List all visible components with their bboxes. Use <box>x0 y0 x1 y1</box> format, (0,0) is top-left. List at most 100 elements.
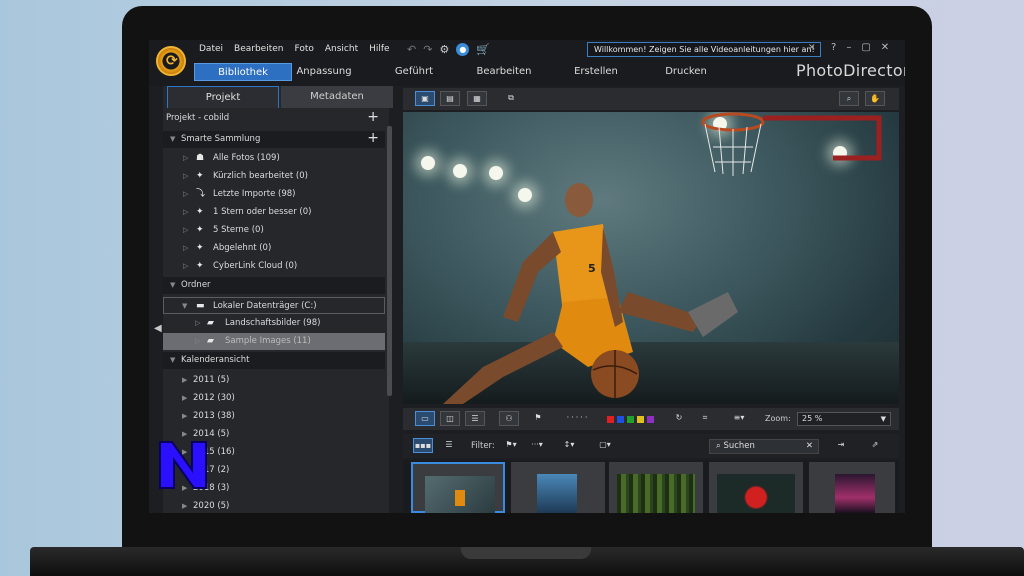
list-item[interactable]: ▷ ✦ Kürzlich bearbeitet (0) <box>163 168 385 185</box>
hand-tool-icon[interactable]: ✋ <box>865 91 885 106</box>
tab-metadaten[interactable]: Metadaten <box>281 86 393 108</box>
list-item[interactable]: ▷ ✦ CyberLink Cloud (0) <box>163 258 385 275</box>
tab-bibliothek[interactable]: Bibliothek <box>194 63 292 81</box>
second-display-icon[interactable]: ⧉ <box>501 91 521 106</box>
thumbnail-view-icon[interactable]: ▪▪▪ <box>413 438 433 453</box>
search-input[interactable]: ⌕ Suchen ✕ <box>709 439 819 454</box>
color-label-yellow[interactable] <box>637 416 644 423</box>
crop-icon[interactable]: ⌗ <box>695 411 715 426</box>
thumbnail[interactable] <box>511 462 605 513</box>
smart-collection-header[interactable]: ▼ Smarte Sammlung + <box>163 130 385 148</box>
folder-item[interactable]: ▷ ▰ Landschaftsbilder (98) <box>163 315 385 332</box>
menu-ansicht[interactable]: Ansicht <box>325 44 358 54</box>
thumbnail-image <box>425 476 495 513</box>
smart-icon: ✦ <box>196 243 204 253</box>
list-item[interactable]: ▷ ✦ 1 Stern oder besser (0) <box>163 204 385 221</box>
close-icon[interactable]: ✕ <box>808 43 816 53</box>
panel-scrollbar[interactable] <box>387 126 392 396</box>
account-icon[interactable]: ● <box>456 43 470 56</box>
tab-erstellen[interactable]: Erstellen <box>569 63 623 81</box>
import-icon[interactable]: ⇥ <box>831 438 851 453</box>
collapse-icon: ▼ <box>170 281 176 289</box>
tab-projekt[interactable]: Projekt <box>167 86 279 108</box>
face-tag-icon[interactable]: ⚇ <box>499 411 519 426</box>
import-icon: ⤵ <box>196 189 206 199</box>
sort-order-icon[interactable]: ↕▾ <box>557 438 581 453</box>
welcome-banner[interactable]: Willkommen! Zeigen Sie alle Videoanleitu… <box>587 42 821 57</box>
list-item[interactable]: ▷ ✦ Abgelehnt (0) <box>163 240 385 257</box>
grid-view-icon[interactable]: ▦ <box>467 91 487 106</box>
cart-icon[interactable]: 🛒 <box>476 43 490 56</box>
color-label-red[interactable] <box>607 416 614 423</box>
maximize-button[interactable]: ▢ <box>861 42 870 53</box>
list-item[interactable]: ▷ ☗ Alle Fotos (109) <box>163 150 385 167</box>
channel-watermark-logo: N <box>159 441 207 489</box>
single-view-icon[interactable]: ▣ <box>415 91 435 106</box>
folders-header[interactable]: ▼ Ordner <box>163 277 385 294</box>
star-rating[interactable]: ····· <box>553 411 603 426</box>
tab-drucken[interactable]: Drucken <box>659 63 713 81</box>
list-view-icon[interactable]: ☰ <box>439 438 459 453</box>
folder-item-drive[interactable]: ▼ ▬ Lokaler Datenträger (C:) <box>163 297 385 314</box>
add-project-icon[interactable]: + <box>367 109 379 126</box>
year-item[interactable]: ▶ 2012 (30) <box>163 390 385 407</box>
sort-icon[interactable]: ≡▾ <box>729 411 749 426</box>
title-toolbar: ↶ ↷ ⚙ ● 🛒 <box>407 43 490 56</box>
thumbnail-strip <box>403 460 899 513</box>
thumbnail[interactable] <box>809 462 895 513</box>
thumbnail[interactable] <box>411 462 505 513</box>
brand-label: PhotoDirector <box>796 61 905 80</box>
thumbnail-image <box>717 474 795 513</box>
filter-label: Filter: <box>471 441 495 451</box>
settings-icon[interactable]: ⚙ <box>439 43 449 56</box>
title-bar: Datei Bearbeiten Foto Ansicht Hilfe ↶ ↷ … <box>149 40 905 60</box>
tab-bearbeiten[interactable]: Bearbeiten <box>474 63 534 81</box>
thumbnail-image <box>835 474 875 513</box>
multi-layout-icon[interactable]: ☰ <box>465 411 485 426</box>
search-placeholder: Suchen <box>723 441 755 451</box>
year-item[interactable]: ▶ 2013 (38) <box>163 408 385 425</box>
color-label-green[interactable] <box>627 416 634 423</box>
zoom-tool-icon[interactable]: ⌕ <box>839 91 859 106</box>
thumbnail-image <box>617 474 695 513</box>
thumbnail[interactable] <box>609 462 703 513</box>
smart-icon: ✦ <box>196 171 204 181</box>
year-item[interactable]: ▶ 2011 (5) <box>163 372 385 389</box>
year-item[interactable]: ▶ 2020 (5) <box>163 498 385 513</box>
photo-preview[interactable]: 5 <box>403 112 899 404</box>
menu-foto[interactable]: Foto <box>294 44 313 54</box>
filter-rating-icon[interactable]: ···▾ <box>525 438 549 453</box>
rotate-icon[interactable]: ↻ <box>669 411 689 426</box>
menu-datei[interactable]: Datei <box>199 44 223 54</box>
folder-item-selected[interactable]: ▷ ▰ Sample Images (11) <box>163 333 385 350</box>
export-icon[interactable]: ⇗ <box>865 438 885 453</box>
flag-icon[interactable]: ⚑ <box>528 411 548 426</box>
close-window-button[interactable]: ✕ <box>881 42 889 53</box>
project-row[interactable]: Projekt - cobild + <box>163 109 385 127</box>
clear-search-icon[interactable]: ✕ <box>806 440 813 453</box>
add-collection-icon[interactable]: + <box>367 130 379 147</box>
menu-hilfe[interactable]: Hilfe <box>369 44 389 54</box>
tab-gefuehrt[interactable]: Geführt <box>389 63 439 81</box>
smart-icon: ✦ <box>196 261 204 271</box>
redo-icon[interactable]: ↷ <box>423 43 432 56</box>
tab-anpassung[interactable]: Anpassung <box>289 63 359 81</box>
zoom-select[interactable]: 25 % ▼ <box>797 412 891 426</box>
undo-icon[interactable]: ↶ <box>407 43 416 56</box>
calendar-header[interactable]: ▼ Kalenderansicht <box>163 352 385 369</box>
folder-icon: ▰ <box>207 336 214 346</box>
color-label-blue[interactable] <box>617 416 624 423</box>
menu-bearbeiten[interactable]: Bearbeiten <box>234 44 283 54</box>
help-button[interactable]: ? <box>831 42 836 53</box>
dual-layout-icon[interactable]: ◫ <box>440 411 460 426</box>
thumbnail[interactable] <box>709 462 803 513</box>
compare-view-icon[interactable]: ▤ <box>440 91 460 106</box>
collapse-panel-icon[interactable]: ◀ <box>154 323 162 334</box>
color-filter-icon[interactable]: ▢▾ <box>593 438 617 453</box>
minimize-button[interactable]: – <box>846 42 851 53</box>
filter-flag-icon[interactable]: ⚑▾ <box>499 438 523 453</box>
list-item[interactable]: ▷ ⤵ Letzte Importe (98) <box>163 186 385 203</box>
color-label-purple[interactable] <box>647 416 654 423</box>
single-layout-icon[interactable]: ▭ <box>415 411 435 426</box>
list-item[interactable]: ▷ ✦ 5 Sterne (0) <box>163 222 385 239</box>
